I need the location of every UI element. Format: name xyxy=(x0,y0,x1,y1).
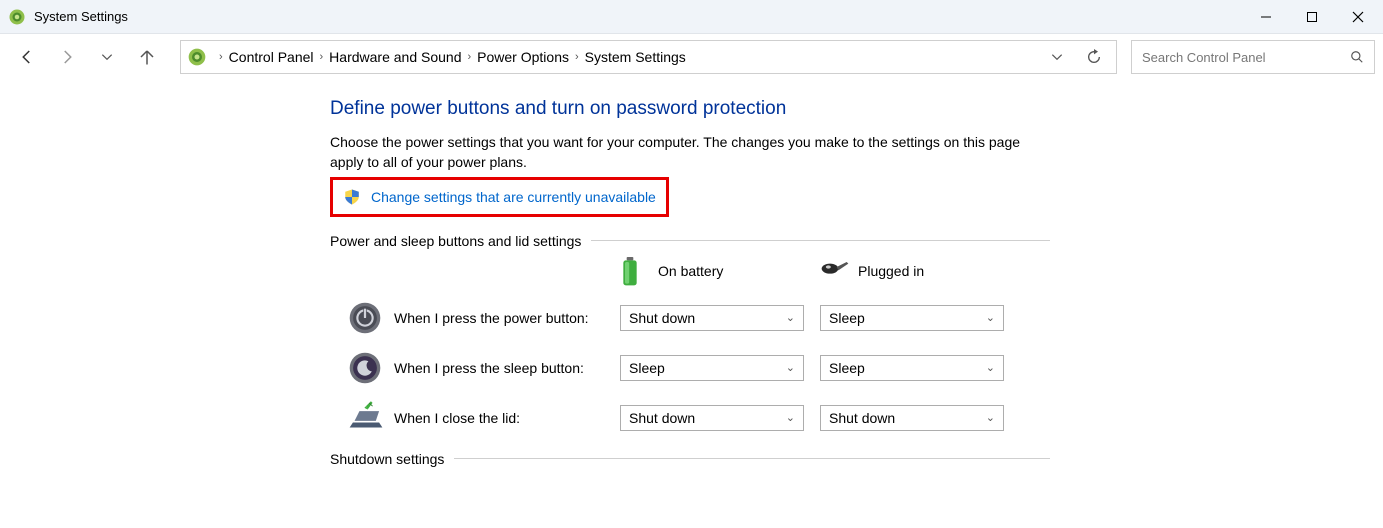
sleep-battery-dropdown[interactable]: Sleep ⌄ xyxy=(620,355,804,381)
lid-plugged-dropdown[interactable]: Shut down ⌄ xyxy=(820,405,1004,431)
section-rule xyxy=(591,240,1050,241)
search-placeholder: Search Control Panel xyxy=(1142,50,1266,65)
row-close-lid: When I close the lid: xyxy=(330,401,620,435)
forward-button[interactable] xyxy=(58,48,76,66)
column-label: On battery xyxy=(658,263,723,279)
refresh-button[interactable] xyxy=(1086,49,1102,65)
power-battery-dropdown[interactable]: Shut down ⌄ xyxy=(620,305,804,331)
maximize-button[interactable] xyxy=(1289,0,1335,34)
window-title: System Settings xyxy=(34,9,128,24)
dropdown-value: Sleep xyxy=(829,310,865,326)
app-icon xyxy=(8,8,26,26)
sleep-button-icon xyxy=(348,351,382,385)
main-content: Define power buttons and turn on passwor… xyxy=(0,80,1050,467)
dropdown-value: Shut down xyxy=(629,310,695,326)
chevron-down-icon: ⌄ xyxy=(786,411,795,424)
breadcrumb-item[interactable]: Power Options xyxy=(477,49,569,65)
chevron-down-icon: ⌄ xyxy=(986,311,995,324)
dropdown-value: Sleep xyxy=(829,360,865,376)
lid-battery-dropdown[interactable]: Shut down ⌄ xyxy=(620,405,804,431)
laptop-lid-icon xyxy=(348,401,382,435)
navigation-toolbar: › Control Panel › Hardware and Sound › P… xyxy=(0,34,1383,80)
section-label: Power and sleep buttons and lid settings xyxy=(330,233,591,249)
breadcrumb-item[interactable]: System Settings xyxy=(585,49,686,65)
back-button[interactable] xyxy=(18,48,36,66)
up-button[interactable] xyxy=(138,48,156,66)
chevron-down-icon: ⌄ xyxy=(986,361,995,374)
search-input[interactable]: Search Control Panel xyxy=(1131,40,1375,74)
battery-icon xyxy=(620,257,648,285)
section-label: Shutdown settings xyxy=(330,451,454,467)
uac-highlight-box: Change settings that are currently unava… xyxy=(330,177,669,217)
page-subtitle: Choose the power settings that you want … xyxy=(330,132,1030,173)
dropdown-value: Shut down xyxy=(629,410,695,426)
row-label-text: When I press the power button: xyxy=(394,310,589,326)
address-bar[interactable]: › Control Panel › Hardware and Sound › P… xyxy=(180,40,1117,74)
breadcrumb-item[interactable]: Hardware and Sound xyxy=(329,49,461,65)
navigation-buttons xyxy=(8,48,166,66)
search-icon xyxy=(1350,50,1364,64)
recent-dropdown-icon[interactable] xyxy=(98,48,116,66)
chevron-down-icon: ⌄ xyxy=(786,311,795,324)
section-rule xyxy=(454,458,1050,459)
title-bar: System Settings xyxy=(0,0,1383,34)
plug-icon xyxy=(820,257,848,285)
window-controls xyxy=(1243,0,1381,34)
column-header-plugged: Plugged in xyxy=(820,257,1020,285)
address-dropdown-icon[interactable] xyxy=(1050,50,1064,64)
chevron-down-icon: ⌄ xyxy=(986,411,995,424)
power-button-icon xyxy=(348,301,382,335)
power-plugged-dropdown[interactable]: Sleep ⌄ xyxy=(820,305,1004,331)
page-title: Define power buttons and turn on passwor… xyxy=(330,98,1050,120)
control-panel-icon xyxy=(187,47,207,67)
sleep-plugged-dropdown[interactable]: Sleep ⌄ xyxy=(820,355,1004,381)
column-header-battery: On battery xyxy=(620,257,820,285)
close-button[interactable] xyxy=(1335,0,1381,34)
row-power-button: When I press the power button: xyxy=(330,301,620,335)
section-power-buttons: Power and sleep buttons and lid settings xyxy=(330,233,1050,249)
row-label-text: When I close the lid: xyxy=(394,410,520,426)
power-settings-grid: On battery Plugged in xyxy=(330,257,1050,435)
row-sleep-button: When I press the sleep button: xyxy=(330,351,620,385)
breadcrumb-item[interactable]: Control Panel xyxy=(229,49,314,65)
chevron-right-icon: › xyxy=(467,51,471,63)
column-label: Plugged in xyxy=(858,263,924,279)
minimize-button[interactable] xyxy=(1243,0,1289,34)
chevron-right-icon: › xyxy=(575,51,579,63)
chevron-right-icon: › xyxy=(320,51,324,63)
section-shutdown: Shutdown settings xyxy=(330,451,1050,467)
dropdown-value: Shut down xyxy=(829,410,895,426)
chevron-right-icon: › xyxy=(219,51,223,63)
dropdown-value: Sleep xyxy=(629,360,665,376)
row-label-text: When I press the sleep button: xyxy=(394,360,584,376)
chevron-down-icon: ⌄ xyxy=(786,361,795,374)
shield-icon xyxy=(343,188,361,206)
change-settings-link[interactable]: Change settings that are currently unava… xyxy=(371,189,656,205)
